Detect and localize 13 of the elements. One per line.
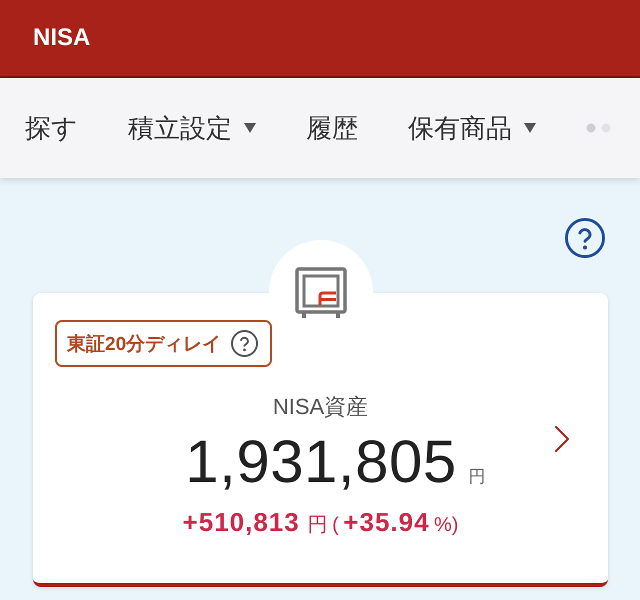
nav-tab[interactable]: 探す bbox=[25, 110, 78, 146]
chevron-right-icon[interactable] bbox=[554, 425, 570, 453]
profit-change: +510,813 円 ( +35.94 %) bbox=[182, 507, 458, 539]
asset-amount: 1,931,805 bbox=[185, 429, 457, 495]
nav-tab[interactable]: 履歴 bbox=[306, 110, 358, 146]
header-title: NISA bbox=[33, 24, 90, 52]
currency-unit: 円 bbox=[468, 466, 486, 488]
asset-title: NISA資産 bbox=[272, 393, 368, 421]
nav-tab[interactable]: 積立設定 bbox=[128, 110, 256, 146]
nav-tab[interactable]: 保有商品 bbox=[408, 110, 536, 146]
delay-label: 東証20分ディレイ bbox=[67, 332, 222, 356]
help-icon[interactable] bbox=[565, 218, 605, 258]
help-icon[interactable] bbox=[231, 330, 258, 357]
